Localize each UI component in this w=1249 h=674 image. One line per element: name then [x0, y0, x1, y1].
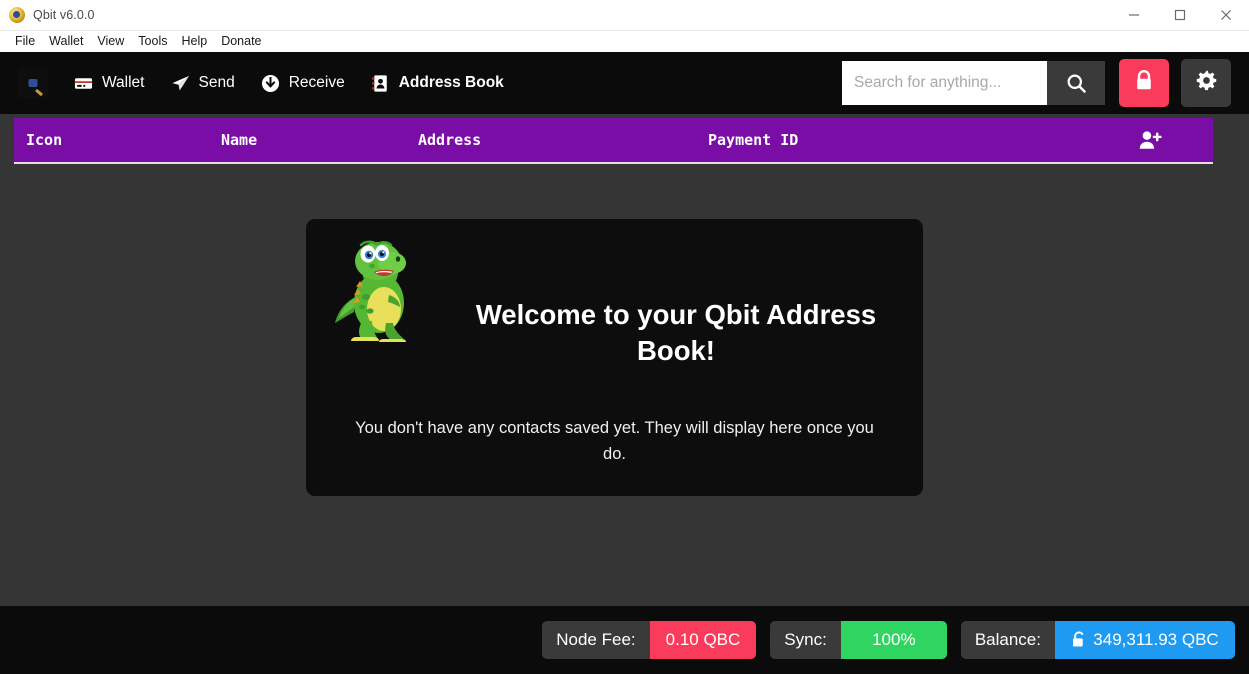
- menu-item-help[interactable]: Help: [174, 31, 214, 52]
- settings-button[interactable]: [1181, 59, 1231, 107]
- menu-item-donate[interactable]: Donate: [214, 31, 268, 52]
- qbit-logo-circle: [22, 72, 44, 97]
- search-container: [842, 61, 1105, 105]
- balance-status: Balance: 349,311.93 QBC: [960, 621, 1235, 659]
- nav-wallet-label: Wallet: [102, 74, 145, 91]
- qbit-logo-tail: [34, 88, 44, 97]
- menu-item-view[interactable]: View: [90, 31, 131, 52]
- node-fee-label: Node Fee:: [542, 621, 650, 659]
- main-toolbar: Wallet Send Receive Address Book Search …: [0, 52, 1249, 114]
- column-header-icon[interactable]: Icon: [26, 131, 62, 149]
- welcome-card: Welcome to your Qbit Address Book! You d…: [306, 219, 923, 496]
- search-input[interactable]: [842, 61, 1047, 105]
- nav-address-book-label: Address Book: [398, 74, 504, 91]
- sync-status: Sync: 100%: [770, 621, 947, 659]
- search-button[interactable]: [1047, 61, 1105, 105]
- nav-wallet[interactable]: Wallet: [64, 63, 155, 103]
- nav-receive[interactable]: Receive: [251, 63, 355, 103]
- title-bar: Qbit v6.0.0: [0, 0, 1249, 31]
- nav-receive-label: Receive: [288, 74, 345, 91]
- wallet-icon: [74, 74, 93, 93]
- balance-value-container[interactable]: 349,311.93 QBC: [1055, 621, 1235, 659]
- node-fee-value: 0.10 QBC: [649, 621, 757, 659]
- column-header-name[interactable]: Name: [221, 131, 257, 149]
- sync-label: Sync:: [770, 621, 841, 659]
- send-icon: [171, 74, 190, 93]
- minimize-button[interactable]: [1111, 0, 1157, 31]
- lock-icon: [1133, 69, 1155, 98]
- address-book-icon: [371, 74, 390, 93]
- welcome-subtitle: You don't have any contacts saved yet. T…: [355, 419, 874, 463]
- content-area: Icon Name Address Payment ID Welcome to …: [0, 114, 1249, 606]
- maximize-button[interactable]: [1157, 0, 1203, 31]
- menu-item-tools[interactable]: Tools: [131, 31, 174, 52]
- nav-address-book[interactable]: Address Book: [361, 63, 514, 103]
- sync-value: 100%: [840, 621, 947, 659]
- close-button[interactable]: [1203, 0, 1249, 31]
- add-contact-button[interactable]: [1139, 129, 1163, 151]
- menu-item-file[interactable]: File: [8, 31, 42, 52]
- unlocked-padlock-icon: [1071, 631, 1086, 649]
- welcome-title: Welcome to your Qbit Address Book!: [475, 299, 877, 366]
- node-fee-status: Node Fee: 0.10 QBC: [542, 621, 757, 659]
- lock-wallet-button[interactable]: [1119, 59, 1169, 107]
- app-logo-icon: [9, 7, 25, 23]
- nav-send-label: Send: [198, 74, 235, 91]
- contacts-table-header: Icon Name Address Payment ID: [14, 118, 1213, 164]
- status-bar: Node Fee: 0.10 QBC Sync: 100% Balance: 3…: [0, 606, 1249, 674]
- balance-label: Balance:: [960, 621, 1055, 659]
- balance-amount: 349,311.93 QBC: [1093, 630, 1219, 649]
- menu-item-wallet[interactable]: Wallet: [42, 31, 90, 52]
- receive-icon: [261, 74, 280, 93]
- gear-icon: [1195, 69, 1218, 97]
- window-title: Qbit v6.0.0: [33, 8, 95, 22]
- column-header-payment-id[interactable]: Payment ID: [708, 131, 798, 149]
- qbit-logo-center: [28, 79, 38, 87]
- column-header-address[interactable]: Address: [418, 131, 481, 149]
- menu-bar: File Wallet View Tools Help Donate: [0, 31, 1249, 52]
- qbit-brand-logo-icon: [18, 68, 48, 98]
- nav-send[interactable]: Send: [161, 63, 245, 103]
- dinosaur-mascot-icon: [334, 235, 418, 350]
